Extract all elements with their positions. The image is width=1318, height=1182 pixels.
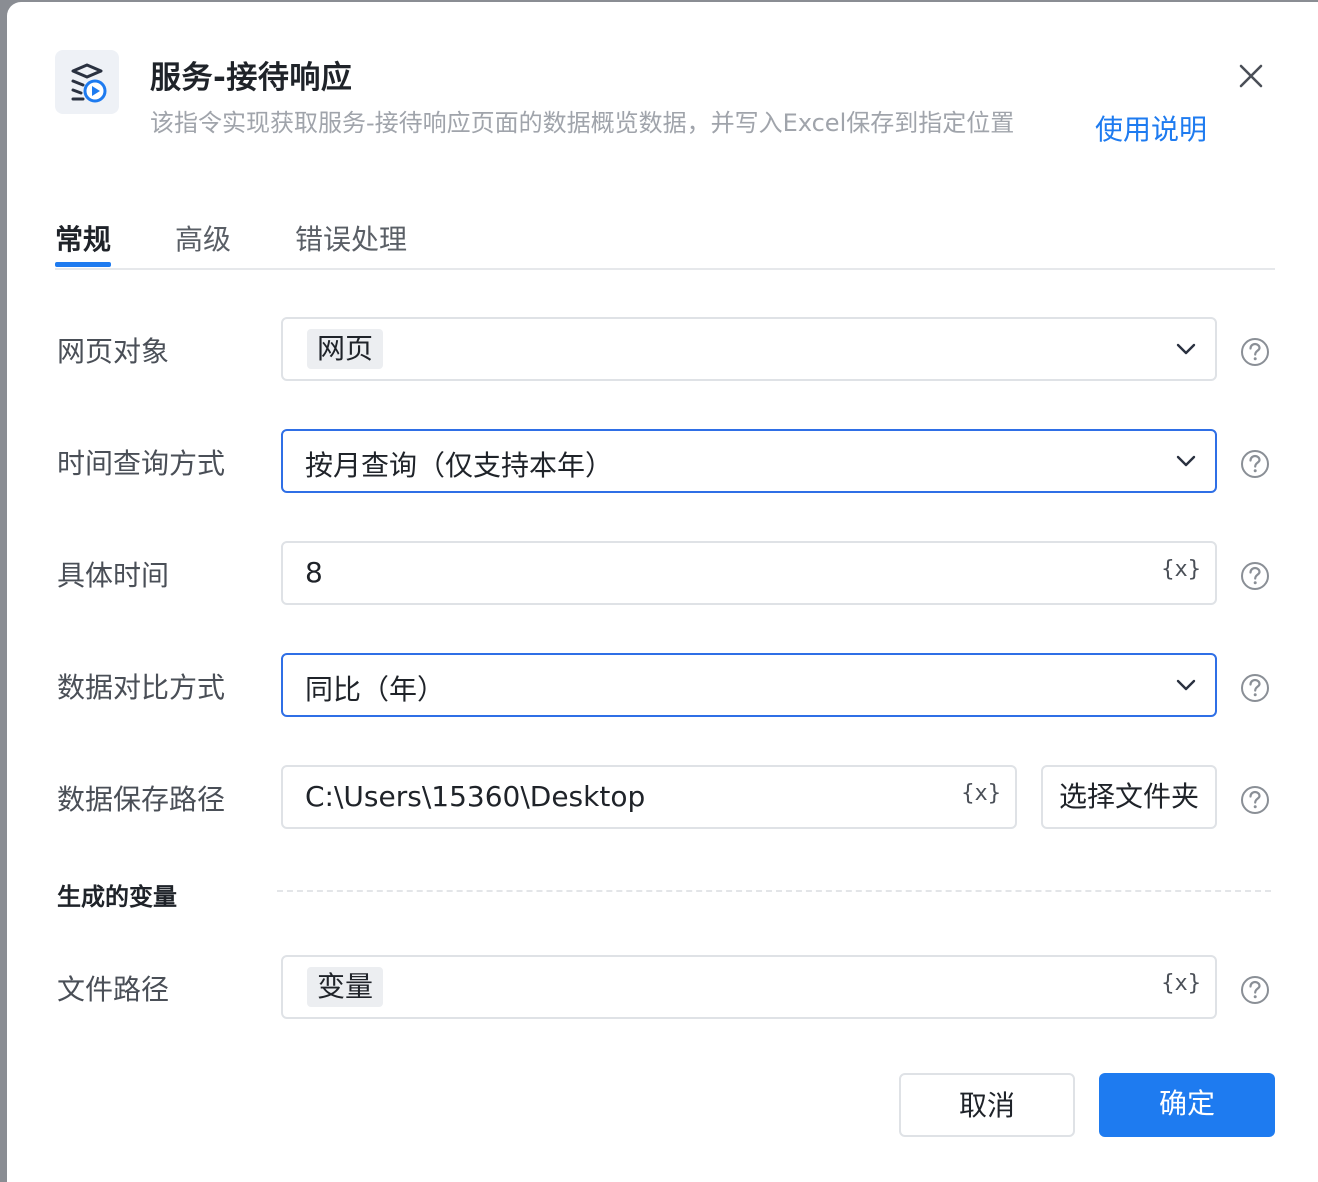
dialog-description: 该指令实现获取服务-接待响应页面的数据概览数据，并写入Excel保存到指定位置 [150,109,1015,137]
choose-folder-button[interactable]: 选择文件夹 [1041,765,1217,829]
help-question-icon[interactable] [1240,337,1270,367]
chevron-down-icon [1176,679,1196,691]
help-question-icon[interactable] [1240,449,1270,479]
help-question-icon[interactable] [1240,785,1270,815]
save-path-input[interactable]: C:\Users\15360\Desktop {x} [281,765,1017,829]
specific-time-input[interactable]: 8 {x} [281,541,1217,605]
chevron-down-icon [1176,343,1196,355]
tab-bar: 常规 高级 错误处理 [55,210,1275,270]
save-path-value: C:\Users\15360\Desktop [305,780,646,813]
time-query-mode-select[interactable]: 按月查询（仅支持本年） [281,429,1217,493]
help-question-icon[interactable] [1240,673,1270,703]
dialog: 服务-接待响应 该指令实现获取服务-接待响应页面的数据概览数据，并写入Excel… [7,2,1318,1182]
file-path-variable-input[interactable]: 变量 {x} [281,955,1217,1019]
file-path-label: 文件路径 [57,973,170,1006]
help-question-icon[interactable] [1240,975,1270,1005]
cancel-button[interactable]: 取消 [899,1073,1075,1137]
file-path-variable-chip: 变量 [307,967,384,1007]
close-icon[interactable] [1233,58,1269,94]
specific-time-label: 具体时间 [57,559,170,592]
page-object-chip: 网页 [307,329,384,369]
tab-error-handling[interactable]: 错误处理 [295,218,407,258]
save-path-label: 数据保存路径 [57,783,226,816]
page-object-select[interactable]: 网页 [281,317,1217,381]
help-link[interactable]: 使用说明 [1095,108,1207,148]
compare-mode-value: 同比（年） [305,673,446,706]
confirm-button[interactable]: 确定 [1099,1073,1275,1137]
time-query-mode-label: 时间查询方式 [57,447,226,480]
tab-advanced[interactable]: 高级 [175,218,231,258]
dialog-title: 服务-接待响应 [150,60,353,96]
variable-icon[interactable]: {x} [1161,971,1201,996]
active-tab-indicator [55,262,111,267]
tab-general[interactable]: 常规 [55,218,111,258]
compare-mode-label: 数据对比方式 [57,671,226,704]
page-object-label: 网页对象 [57,335,170,368]
chevron-down-icon [1176,455,1196,467]
generated-variables-title: 生成的变量 [57,883,177,911]
service-app-icon [55,50,119,114]
specific-time-value: 8 [305,556,323,589]
section-divider [277,890,1271,892]
compare-mode-select[interactable]: 同比（年） [281,653,1217,717]
variable-icon[interactable]: {x} [1161,557,1201,582]
variable-icon[interactable]: {x} [961,781,1001,806]
help-question-icon[interactable] [1240,561,1270,591]
time-query-mode-value: 按月查询（仅支持本年） [305,449,614,482]
